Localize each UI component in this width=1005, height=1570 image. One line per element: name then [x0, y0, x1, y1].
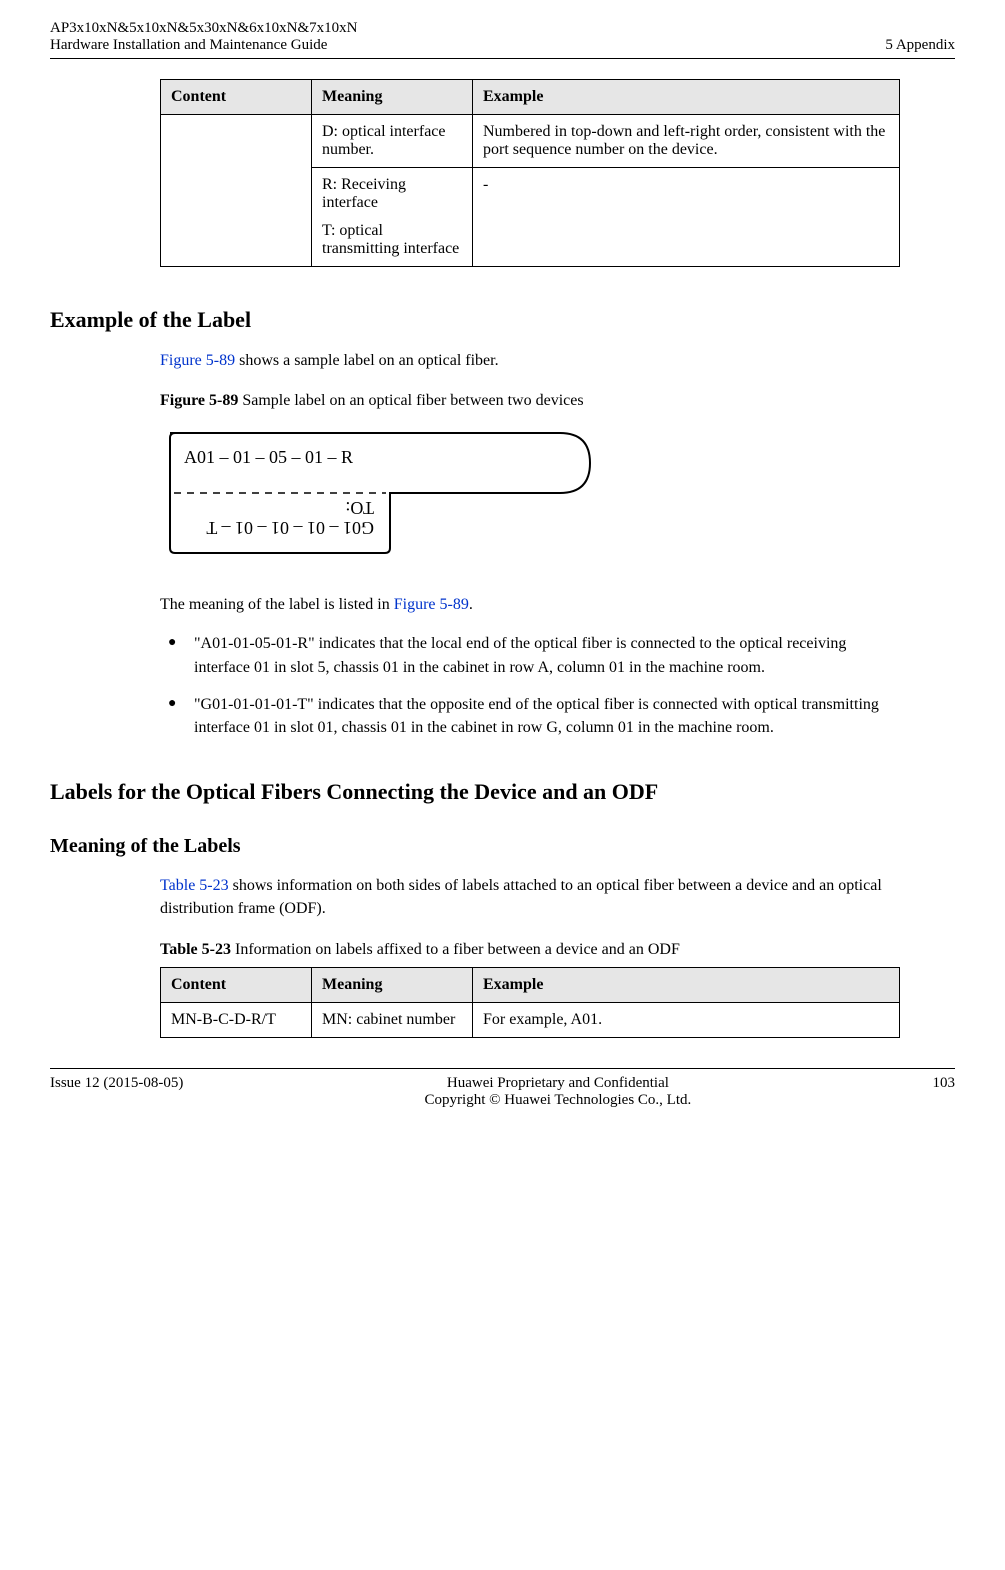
example-intro-rest: shows a sample label on an optical fiber… — [235, 352, 498, 369]
th-example-2: Example — [473, 967, 900, 1002]
header-right: 5 Appendix — [885, 37, 955, 54]
figure-caption: Figure 5-89 Sample label on an optical f… — [160, 392, 905, 410]
table-continuation: Content Meaning Example D: optical inter… — [160, 79, 900, 267]
footer-copyright: Copyright © Huawei Technologies Co., Ltd… — [183, 1092, 932, 1109]
label-diagram: A01 – 01 – 05 – 01 – R G01 – 01 – 01 – 0… — [160, 418, 600, 558]
meaning-t: T: optical transmitting interface — [322, 222, 462, 258]
cell-content-mn: MN-B-C-D-R/T — [161, 1002, 312, 1037]
page-header: AP3x10xN&5x10xN&5x30xN&6x10xN&7x10xN Har… — [50, 20, 955, 59]
example-intro: Figure 5-89 shows a sample label on an o… — [160, 349, 905, 372]
link-figure-5-89[interactable]: Figure 5-89 — [160, 352, 235, 369]
table23-caption: Table 5-23 Information on labels affixed… — [160, 941, 905, 959]
label-back-to: TO: — [345, 498, 374, 518]
cell-content-empty — [161, 115, 312, 267]
table23-desc: Information on labels affixed to a fiber… — [231, 941, 680, 958]
label-front-text: A01 – 01 – 05 – 01 – R — [184, 447, 353, 467]
th-meaning-2: Meaning — [312, 967, 473, 1002]
cell-meaning-rt: R: Receiving interface T: optical transm… — [312, 168, 473, 267]
figure-desc: Sample label on an optical fiber between… — [238, 392, 583, 409]
th-meaning: Meaning — [312, 80, 473, 115]
list-item: "G01-01-01-01-T" indicates that the oppo… — [160, 693, 905, 739]
th-content: Content — [161, 80, 312, 115]
table-header-row: Content Meaning Example — [161, 967, 900, 1002]
bullet-list: "A01-01-05-01-R" indicates that the loca… — [160, 632, 905, 739]
cell-example-mn: For example, A01. — [473, 1002, 900, 1037]
cell-meaning-d: D: optical interface number. — [312, 115, 473, 168]
meaning-intro: The meaning of the label is listed in Fi… — [160, 593, 905, 616]
meaning-intro-b: . — [469, 596, 473, 613]
footer-confidential: Huawei Proprietary and Confidential — [183, 1075, 932, 1092]
cell-meaning-mn: MN: cabinet number — [312, 1002, 473, 1037]
header-product: AP3x10xN&5x10xN&5x30xN&6x10xN&7x10xN — [50, 20, 358, 37]
header-guide: Hardware Installation and Maintenance Gu… — [50, 37, 358, 54]
table-row: D: optical interface number. Numbered in… — [161, 115, 900, 168]
header-left: AP3x10xN&5x10xN&5x30xN&6x10xN&7x10xN Har… — [50, 20, 358, 54]
cell-example-rt: - — [473, 168, 900, 267]
table23-number: Table 5-23 — [160, 941, 231, 958]
table-5-23: Content Meaning Example MN-B-C-D-R/T MN:… — [160, 967, 900, 1038]
th-content-2: Content — [161, 967, 312, 1002]
section-odf-title: Labels for the Optical Fibers Connecting… — [50, 779, 955, 805]
list-item: "A01-01-05-01-R" indicates that the loca… — [160, 632, 905, 678]
th-example: Example — [473, 80, 900, 115]
section-example-of-label: Example of the Label — [50, 307, 955, 333]
meaning-r: R: Receiving interface — [322, 176, 462, 212]
section-meaning-labels: Meaning of the Labels — [50, 835, 955, 858]
odf-intro: Table 5-23 shows information on both sid… — [160, 874, 905, 920]
odf-intro-rest: shows information on both sides of label… — [160, 877, 882, 917]
footer-center: Huawei Proprietary and Confidential Copy… — [183, 1075, 932, 1109]
page-footer: Issue 12 (2015-08-05) Huawei Proprietary… — [50, 1068, 955, 1109]
footer-page-number: 103 — [933, 1075, 956, 1109]
table-header-row: Content Meaning Example — [161, 80, 900, 115]
meaning-intro-a: The meaning of the label is listed in — [160, 596, 394, 613]
footer-left: Issue 12 (2015-08-05) — [50, 1075, 183, 1109]
label-back-values: G01 – 01 – 01 – 01 – T — [206, 518, 374, 538]
table-row: MN-B-C-D-R/T MN: cabinet number For exam… — [161, 1002, 900, 1037]
link-figure-5-89-b[interactable]: Figure 5-89 — [394, 596, 469, 613]
link-table-5-23[interactable]: Table 5-23 — [160, 877, 229, 894]
cell-example-d: Numbered in top-down and left-right orde… — [473, 115, 900, 168]
figure-number: Figure 5-89 — [160, 392, 238, 409]
